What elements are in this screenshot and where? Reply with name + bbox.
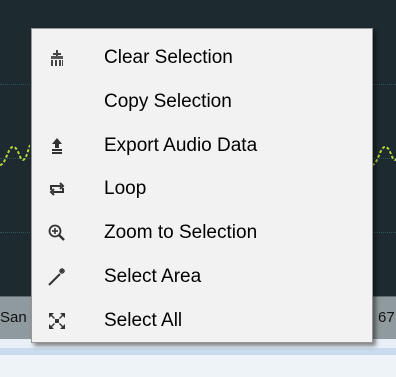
- menu-item-select-area[interactable]: Select Area: [34, 257, 370, 297]
- menu-item-label: Loop: [104, 178, 147, 199]
- menu-icon-empty: [34, 82, 80, 122]
- menu-item-select-all[interactable]: Select All: [34, 301, 370, 341]
- menu-item-label: Select All: [104, 310, 183, 331]
- menu-item-zoom-to-selection[interactable]: Zoom to Selection: [34, 213, 370, 253]
- export-icon: [34, 126, 80, 166]
- menu-item-label: Select Area: [104, 266, 202, 287]
- context-menu: Clear Selection Copy Selection Export Au…: [31, 28, 373, 343]
- waveform-segment: [0, 144, 30, 166]
- clear-selection-icon: [34, 38, 80, 78]
- scrollbar-area[interactable]: [0, 339, 396, 377]
- select-all-icon: [34, 301, 80, 341]
- menu-item-label: Copy Selection: [104, 91, 232, 112]
- menu-item-label: Clear Selection: [104, 47, 233, 68]
- ruler-label-left: San: [0, 309, 27, 326]
- menu-item-copy-selection[interactable]: Copy Selection: [34, 82, 370, 122]
- menu-item-export-audio-data[interactable]: Export Audio Data: [34, 126, 370, 166]
- menu-item-loop[interactable]: Loop: [34, 169, 370, 209]
- zoom-in-icon: [34, 213, 80, 253]
- magic-wand-icon: [34, 257, 80, 297]
- loop-icon: [34, 169, 80, 209]
- waveform-view[interactable]: San 67 Clear Selection Copy Selection Ex…: [0, 0, 396, 377]
- menu-item-clear-selection[interactable]: Clear Selection: [34, 38, 370, 78]
- waveform-segment: [372, 145, 396, 166]
- menu-item-label: Export Audio Data: [104, 135, 258, 156]
- menu-item-label: Zoom to Selection: [104, 222, 258, 243]
- ruler-label-right: 67: [378, 309, 395, 326]
